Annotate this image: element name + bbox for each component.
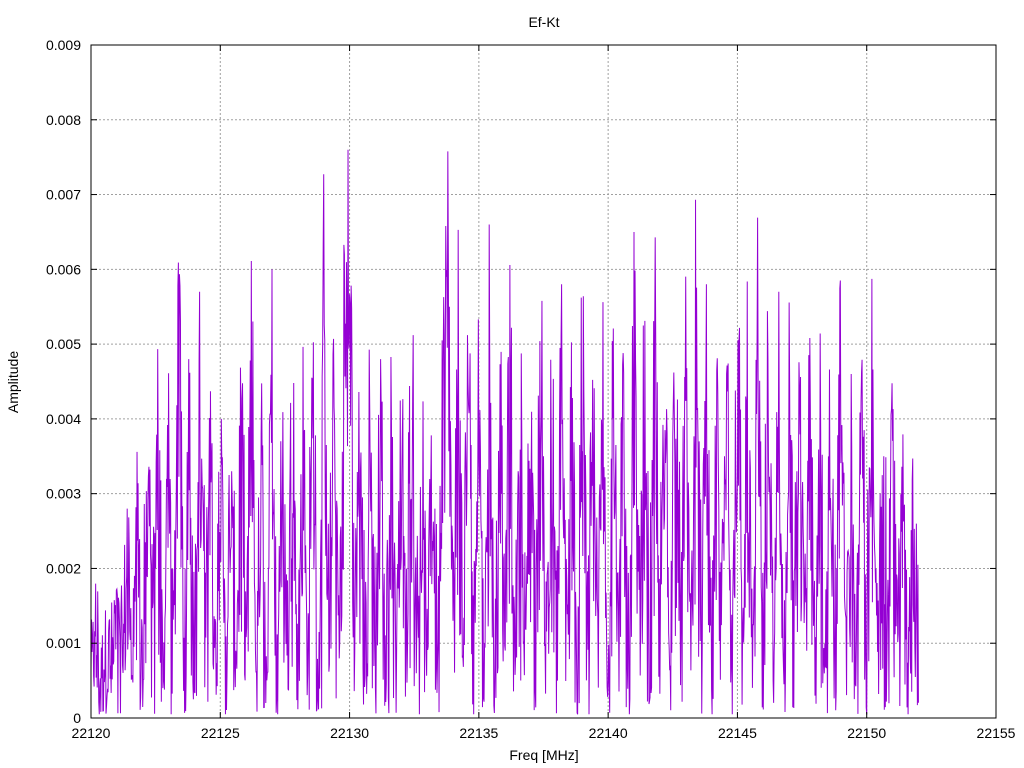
y-tick-label: 0 xyxy=(73,710,81,726)
x-axis-label: Freq [MHz] xyxy=(509,747,578,763)
y-tick-label: 0.006 xyxy=(46,261,81,277)
x-tick-label: 22125 xyxy=(201,725,240,741)
x-tick-label: 22130 xyxy=(330,725,369,741)
chart-title: Ef-Kt xyxy=(528,14,559,30)
y-tick-label: 0.007 xyxy=(46,187,81,203)
x-tick-label: 22145 xyxy=(718,725,757,741)
y-tick-label: 0.001 xyxy=(46,635,81,651)
y-tick-label: 0.009 xyxy=(46,37,81,53)
y-tick-label: 0.004 xyxy=(46,411,81,427)
y-tick-label: 0.008 xyxy=(46,112,81,128)
y-tick-label: 0.003 xyxy=(46,486,81,502)
y-tick-label: 0.002 xyxy=(46,560,81,576)
x-tick-label: 22150 xyxy=(847,725,886,741)
x-tick-label: 22155 xyxy=(977,725,1016,741)
x-tick-label: 22120 xyxy=(72,725,111,741)
y-axis-label: Amplitude xyxy=(5,351,21,413)
x-tick-label: 22140 xyxy=(589,725,628,741)
chart: 22120 22125 22130 22135 22140 22145 22150 22155… xyxy=(0,0,1024,768)
y-tick-label: 0.005 xyxy=(46,336,81,352)
x-tick-label: 22135 xyxy=(459,725,498,741)
